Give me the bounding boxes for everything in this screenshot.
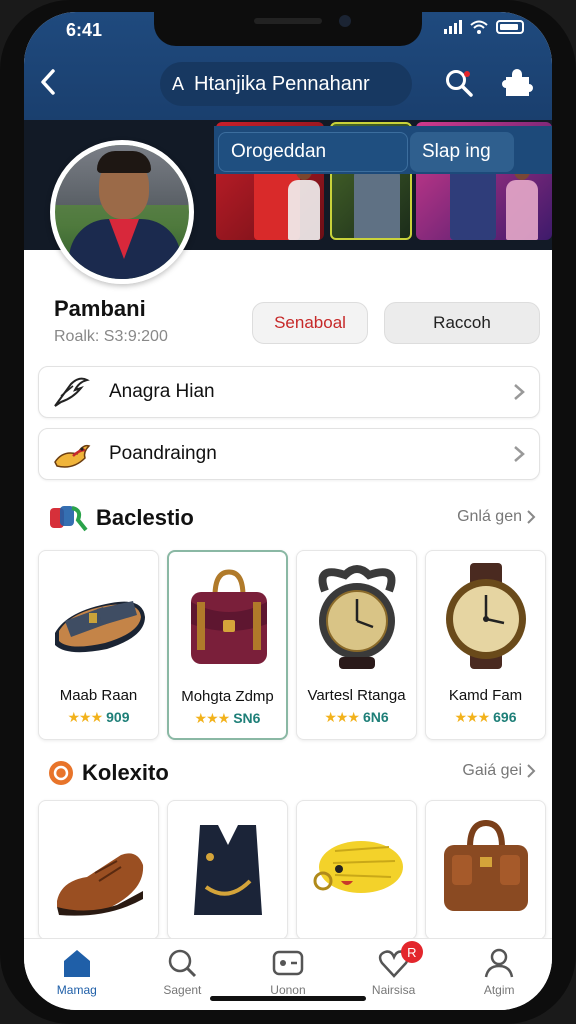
title-prefix: A	[172, 73, 185, 94]
back-arrow-icon[interactable]	[38, 68, 58, 96]
list-item[interactable]: Poandraingn	[38, 428, 540, 480]
home-icon	[63, 950, 90, 977]
header-title-pill[interactable]: A Htanjika Pennahanr	[160, 62, 412, 106]
section-title: Baclestio	[96, 505, 194, 530]
see-all-label: Gnlá gen	[457, 508, 522, 525]
product-card[interactable]	[167, 800, 288, 940]
chevron-right-icon	[527, 764, 536, 778]
banner-chip-left[interactable]: Orogeddan	[218, 132, 408, 172]
tab-home[interactable]: Mamag	[24, 939, 130, 1010]
chevron-right-icon	[527, 510, 536, 524]
vest-icon	[194, 825, 262, 915]
product-card[interactable]	[296, 800, 417, 940]
product-card[interactable]: Maab Raan ★★★ 909	[38, 550, 159, 740]
product-meta: ★★★ 909	[39, 709, 158, 726]
tab-label: Sagent	[163, 983, 202, 997]
rating-stars: ★★★	[67, 709, 103, 725]
notification-badge: R	[400, 941, 423, 963]
see-all-label: Gaiá gei	[462, 762, 522, 779]
search-icon	[169, 949, 197, 978]
profile-icon	[484, 948, 514, 978]
chevron-right-icon	[514, 384, 525, 400]
product-grid: Maab Raan ★★★ 909 Mohgta Zdmp ★★★ SN6 Va…	[38, 550, 546, 740]
screen: 6:41 A Htanjika Pennahanr Orogeddan Slap…	[24, 12, 552, 1010]
product-grid	[38, 800, 546, 940]
list-item-label: Poandraingn	[109, 443, 217, 464]
leather-bag-icon	[444, 819, 528, 911]
product-card[interactable]: Vartesl Rtanga ★★★ 6N6	[296, 550, 417, 740]
wristwatch-icon	[446, 563, 526, 669]
search-icon[interactable]	[444, 68, 474, 98]
header-title: Htanjika Pennahanr	[194, 72, 370, 95]
profile-name: Pambani	[54, 296, 146, 321]
header-bar: 6:41 A Htanjika Pennahanr	[24, 12, 552, 120]
tab-label: Mamag	[56, 983, 97, 997]
yellow-creature-icon	[313, 841, 403, 893]
tab-profile[interactable]: Atgim	[446, 939, 552, 1010]
product-price: 6N6	[362, 709, 389, 725]
section-title: Kolexito	[82, 760, 169, 785]
dragon-icon	[54, 444, 91, 468]
tab-label: Nairsisa	[371, 983, 416, 997]
product-price: SN6	[233, 710, 261, 726]
pocket-watch-icon	[318, 565, 396, 669]
rating-stars: ★★★	[324, 709, 360, 725]
product-meta: ★★★ 6N6	[297, 709, 416, 726]
secondary-action-button[interactable]: Raccoh	[384, 302, 540, 344]
wifi-icon	[470, 20, 488, 34]
game-piece-icon[interactable]	[502, 68, 534, 98]
shoe-icon	[57, 853, 144, 916]
section-header: Kolexito	[48, 760, 169, 786]
product-card[interactable]: Mohgta Zdmp ★★★ SN6	[167, 550, 288, 740]
product-card[interactable]: Kamd Fam ★★★ 696	[425, 550, 546, 740]
list-item[interactable]: Anagra Hian	[38, 366, 540, 418]
status-icons	[444, 20, 524, 34]
profile-subtitle: Roalk: S3:9:200	[54, 328, 168, 345]
product-price: 909	[106, 709, 130, 725]
battery-icon	[496, 20, 524, 34]
section-logo-icon	[50, 506, 88, 532]
notch	[154, 12, 422, 46]
product-card[interactable]	[425, 800, 546, 940]
home-indicator[interactable]	[210, 996, 366, 1001]
rating-stars: ★★★	[194, 710, 231, 726]
banner-chip-right[interactable]: Slap ing	[410, 132, 514, 172]
signal-icon	[444, 20, 462, 34]
bird-icon	[54, 377, 90, 407]
tab-label: Atgim	[483, 983, 515, 997]
product-name: Vartesl Rtanga	[307, 687, 406, 704]
status-time: 6:41	[66, 20, 103, 40]
collection-icon	[49, 761, 73, 785]
product-price: 696	[493, 709, 517, 725]
sandal-icon	[55, 601, 145, 653]
primary-action-button[interactable]: Senaboal	[252, 302, 368, 344]
product-meta: ★★★ 696	[426, 709, 545, 726]
product-meta: ★★★ SN6	[169, 710, 286, 727]
list-item-label: Anagra Hian	[109, 381, 215, 402]
controller-icon	[272, 950, 304, 976]
chevron-right-icon	[514, 446, 525, 462]
product-name: Kamd Fam	[448, 687, 523, 704]
see-all-link[interactable]: Gaiá gei	[462, 762, 536, 780]
satchel-icon	[191, 569, 267, 664]
avatar[interactable]	[50, 140, 194, 284]
product-card[interactable]	[38, 800, 159, 940]
section-header: Baclestio	[48, 504, 194, 532]
rating-stars: ★★★	[454, 709, 490, 725]
tab-label: Uonon	[270, 983, 306, 997]
see-all-link[interactable]: Gnlá gen	[457, 508, 536, 526]
product-name: Maab Raan	[59, 687, 138, 704]
product-name: Mohgta Zdmp	[181, 688, 274, 705]
phone-frame: 6:41 A Htanjika Pennahanr Orogeddan Slap…	[0, 0, 576, 1024]
